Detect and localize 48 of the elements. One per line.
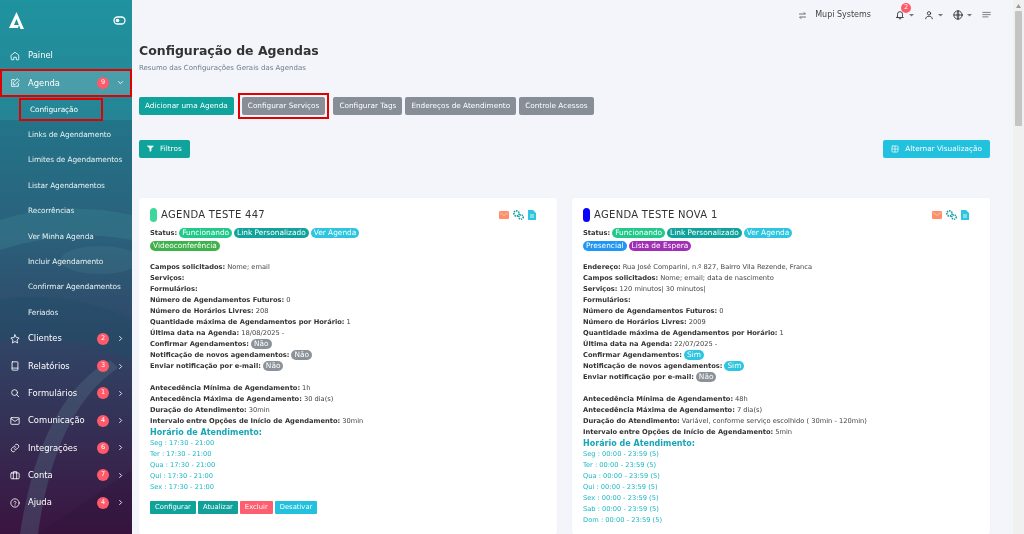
bell-icon <box>895 10 905 20</box>
scrollbar[interactable] <box>1013 0 1024 534</box>
grid-icon <box>891 144 900 153</box>
chevron-icon <box>117 471 124 479</box>
language-button[interactable] <box>953 10 972 20</box>
chevron-icon <box>117 79 124 87</box>
swap-icon <box>798 10 808 20</box>
user-menu-button[interactable] <box>924 10 943 20</box>
logo-icon[interactable] <box>9 11 24 29</box>
caret-icon <box>909 13 914 17</box>
envelope-icon[interactable] <box>499 210 509 219</box>
scroll-thumb[interactable] <box>1015 11 1022 126</box>
envelope-icon <box>10 415 20 426</box>
help-icon <box>10 497 20 508</box>
chevron-icon <box>117 444 124 452</box>
caret-icon <box>967 13 972 17</box>
document-icon[interactable] <box>961 209 969 220</box>
globe-icon <box>953 10 963 20</box>
scroll-up-icon[interactable] <box>1015 3 1022 9</box>
chevron-icon <box>117 389 124 397</box>
edit-icon <box>10 77 20 88</box>
card-title: AGENDA TESTE 447 <box>161 209 267 221</box>
menu-icon[interactable] <box>982 11 991 19</box>
page-title: Configuração de Agendas <box>139 42 320 60</box>
schedule-title: Horário de Atendimento: <box>150 426 264 438</box>
gear-icon[interactable] <box>946 209 957 220</box>
sidebar-item[interactable]: Painel <box>0 42 132 70</box>
gear-icon[interactable] <box>513 209 524 220</box>
notifications-button[interactable] <box>895 10 914 20</box>
chevron-icon <box>117 362 124 370</box>
document-icon[interactable] <box>528 209 536 220</box>
briefcase-icon <box>10 470 20 481</box>
chevron-icon <box>117 335 124 343</box>
schedule-title: Horário de Atendimento: <box>583 437 697 449</box>
star-icon <box>10 333 20 344</box>
user-icon <box>924 10 934 20</box>
toggle-icon[interactable] <box>113 15 126 25</box>
card-title: AGENDA TESTE NOVA 1 <box>594 209 719 221</box>
search-icon <box>10 388 20 399</box>
envelope-icon[interactable] <box>932 210 942 219</box>
chevron-icon <box>117 499 124 507</box>
link-icon <box>10 442 20 453</box>
filter-icon <box>147 145 154 153</box>
company-switcher[interactable]: Mupi Systems <box>798 9 871 21</box>
home-icon <box>10 50 20 61</box>
book-icon <box>10 361 20 372</box>
chevron-icon <box>117 417 124 425</box>
caret-icon <box>938 13 943 17</box>
